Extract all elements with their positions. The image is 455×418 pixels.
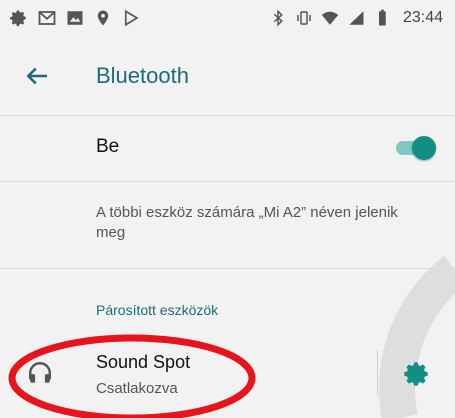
settings-icon [10,10,26,27]
gear-icon[interactable] [402,360,430,388]
battery-icon [378,9,386,26]
paired-device-sound-spot[interactable]: Sound Spot Csatlakozva [0,336,455,418]
headphones-icon [29,362,51,383]
page-title: Bluetooth [96,63,189,88]
wifi-icon [321,11,339,25]
device-name: Sound Spot [96,352,191,372]
bluetooth-toggle-row[interactable]: Be [0,116,455,180]
status-bar: 23:44 [0,0,455,37]
device-status: Csatlakozva [96,380,178,397]
image-icon [67,11,83,25]
vibrate-icon [297,11,311,25]
section-divider [0,268,455,269]
gmail-icon [38,11,56,25]
play-store-icon [124,9,139,27]
toggle-thumb [412,136,436,160]
visibility-description: A többi eszköz számára „Mi A2” néven jel… [96,204,398,241]
app-toolbar: Bluetooth [0,37,455,115]
bluetooth-icon [273,9,283,27]
row-divider [0,181,455,182]
signal-icon [349,11,364,25]
status-clock: 23:44 [402,9,443,26]
bluetooth-toggle-switch[interactable] [394,136,436,160]
arrow-back-icon[interactable] [22,61,52,91]
location-icon [97,10,109,26]
paired-devices-header: Párosított eszközök [96,302,219,318]
settings-separator [377,350,378,396]
bluetooth-toggle-label: Be [96,136,120,157]
